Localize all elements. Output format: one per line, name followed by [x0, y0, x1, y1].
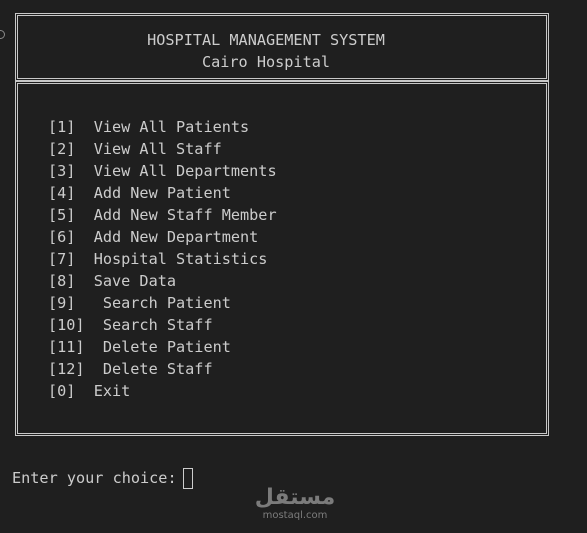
menu-item-add-patient[interactable]: [4] Add New Patient [48, 182, 277, 204]
menu-item-view-patients[interactable]: [1] View All Patients [48, 116, 277, 138]
menu-item-view-departments[interactable]: [3] View All Departments [48, 160, 277, 182]
menu-item-add-department[interactable]: [6] Add New Department [48, 226, 277, 248]
menu-item-search-patient[interactable]: [9] Search Patient [48, 292, 277, 314]
watermark-logo: مستقل mostaql.com [250, 486, 340, 522]
menu-item-delete-patient[interactable]: [11] Delete Patient [48, 336, 277, 358]
menu-item-delete-staff[interactable]: [12] Delete Staff [48, 358, 277, 380]
watermark-arabic-text: مستقل [254, 485, 336, 510]
menu-list: [1] View All Patients [2] View All Staff… [48, 116, 277, 402]
header-box: HOSPITAL MANAGEMENT SYSTEM Cairo Hospita… [15, 13, 549, 81]
text-cursor[interactable] [182, 467, 193, 489]
menu-box: [1] View All Patients [2] View All Staff… [15, 81, 549, 436]
menu-item-view-staff[interactable]: [2] View All Staff [48, 138, 277, 160]
watermark-latin-text: mostaql.com [262, 510, 328, 521]
hospital-name: Cairo Hospital [201, 53, 330, 71]
menu-item-statistics[interactable]: [7] Hospital Statistics [48, 248, 277, 270]
app-title: HOSPITAL MANAGEMENT SYSTEM [147, 31, 385, 49]
prompt-label: Enter your choice: [12, 469, 177, 487]
menu-item-search-staff[interactable]: [10] Search Staff [48, 314, 277, 336]
menu-item-exit[interactable]: [0] Exit [48, 380, 277, 402]
choice-prompt: Enter your choice: [12, 467, 193, 489]
menu-item-add-staff[interactable]: [5] Add New Staff Member [48, 204, 277, 226]
menu-item-save-data[interactable]: [8] Save Data [48, 270, 277, 292]
